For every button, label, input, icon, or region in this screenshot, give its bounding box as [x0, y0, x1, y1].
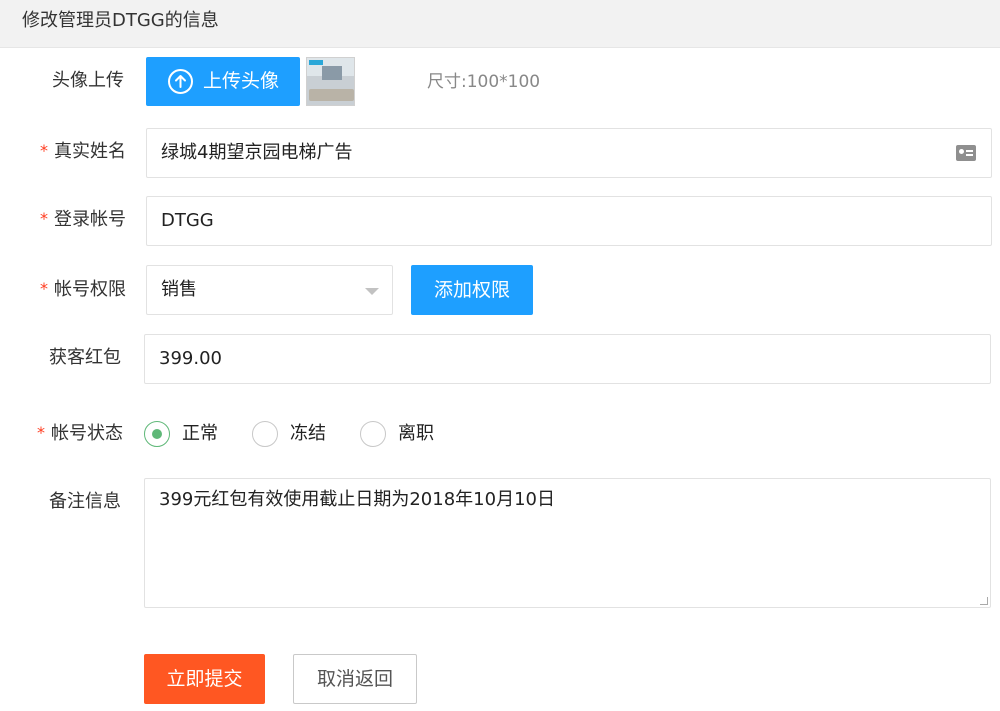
resize-handle-icon[interactable] — [980, 597, 988, 605]
avatar-size-hint: 尺寸:100*100 — [427, 72, 541, 92]
upload-arrow-icon — [168, 69, 193, 94]
avatar-label: 头像上传 — [52, 70, 124, 91]
status-option-label: 离职 — [398, 423, 434, 444]
radio-unchecked-icon — [360, 421, 386, 447]
upload-avatar-button[interactable]: 上传头像 — [146, 57, 300, 106]
add-permission-button[interactable]: 添加权限 — [411, 265, 533, 315]
required-mark: * — [40, 141, 48, 160]
permission-select[interactable]: 销售 — [146, 265, 393, 315]
status-option-label: 正常 — [182, 423, 218, 444]
real-name-value: 绿城4期望京园电梯广告 — [161, 142, 353, 163]
red-packet-field[interactable]: 399.00 — [144, 334, 991, 384]
dropdown-arrow-icon — [365, 288, 379, 295]
radio-unchecked-icon — [252, 421, 278, 447]
real-name-field[interactable]: 绿城4期望京园电梯广告 — [146, 128, 992, 178]
login-account-value: DTGG — [161, 210, 214, 231]
avatar-thumbnail — [306, 57, 355, 106]
real-name-label: * 真实姓名 — [40, 141, 126, 162]
login-account-label: * 登录帐号 — [40, 209, 126, 230]
cancel-button[interactable]: 取消返回 — [293, 654, 417, 704]
page-header: 修改管理员DTGG的信息 — [0, 0, 1000, 48]
required-mark: * — [40, 279, 48, 298]
notes-value: 399元红包有效使用截止日期为2018年10月10日 — [159, 489, 555, 510]
red-packet-label: 获客红包 — [49, 347, 121, 368]
permission-label: * 帐号权限 — [40, 279, 126, 300]
notes-textarea[interactable]: 399元红包有效使用截止日期为2018年10月10日 — [144, 478, 991, 608]
red-packet-value: 399.00 — [159, 348, 222, 369]
login-account-field[interactable]: DTGG — [146, 196, 992, 246]
required-mark: * — [37, 423, 45, 442]
notes-label: 备注信息 — [49, 491, 121, 512]
status-option-label: 冻结 — [290, 423, 326, 444]
id-card-icon[interactable] — [956, 145, 976, 161]
account-status-label: * 帐号状态 — [37, 423, 123, 444]
submit-button[interactable]: 立即提交 — [144, 654, 265, 704]
required-mark: * — [40, 209, 48, 228]
radio-checked-icon — [144, 421, 170, 447]
page-title: 修改管理员DTGG的信息 — [22, 10, 219, 31]
permission-selected-value: 销售 — [161, 279, 197, 300]
upload-avatar-label: 上传头像 — [203, 70, 280, 92]
